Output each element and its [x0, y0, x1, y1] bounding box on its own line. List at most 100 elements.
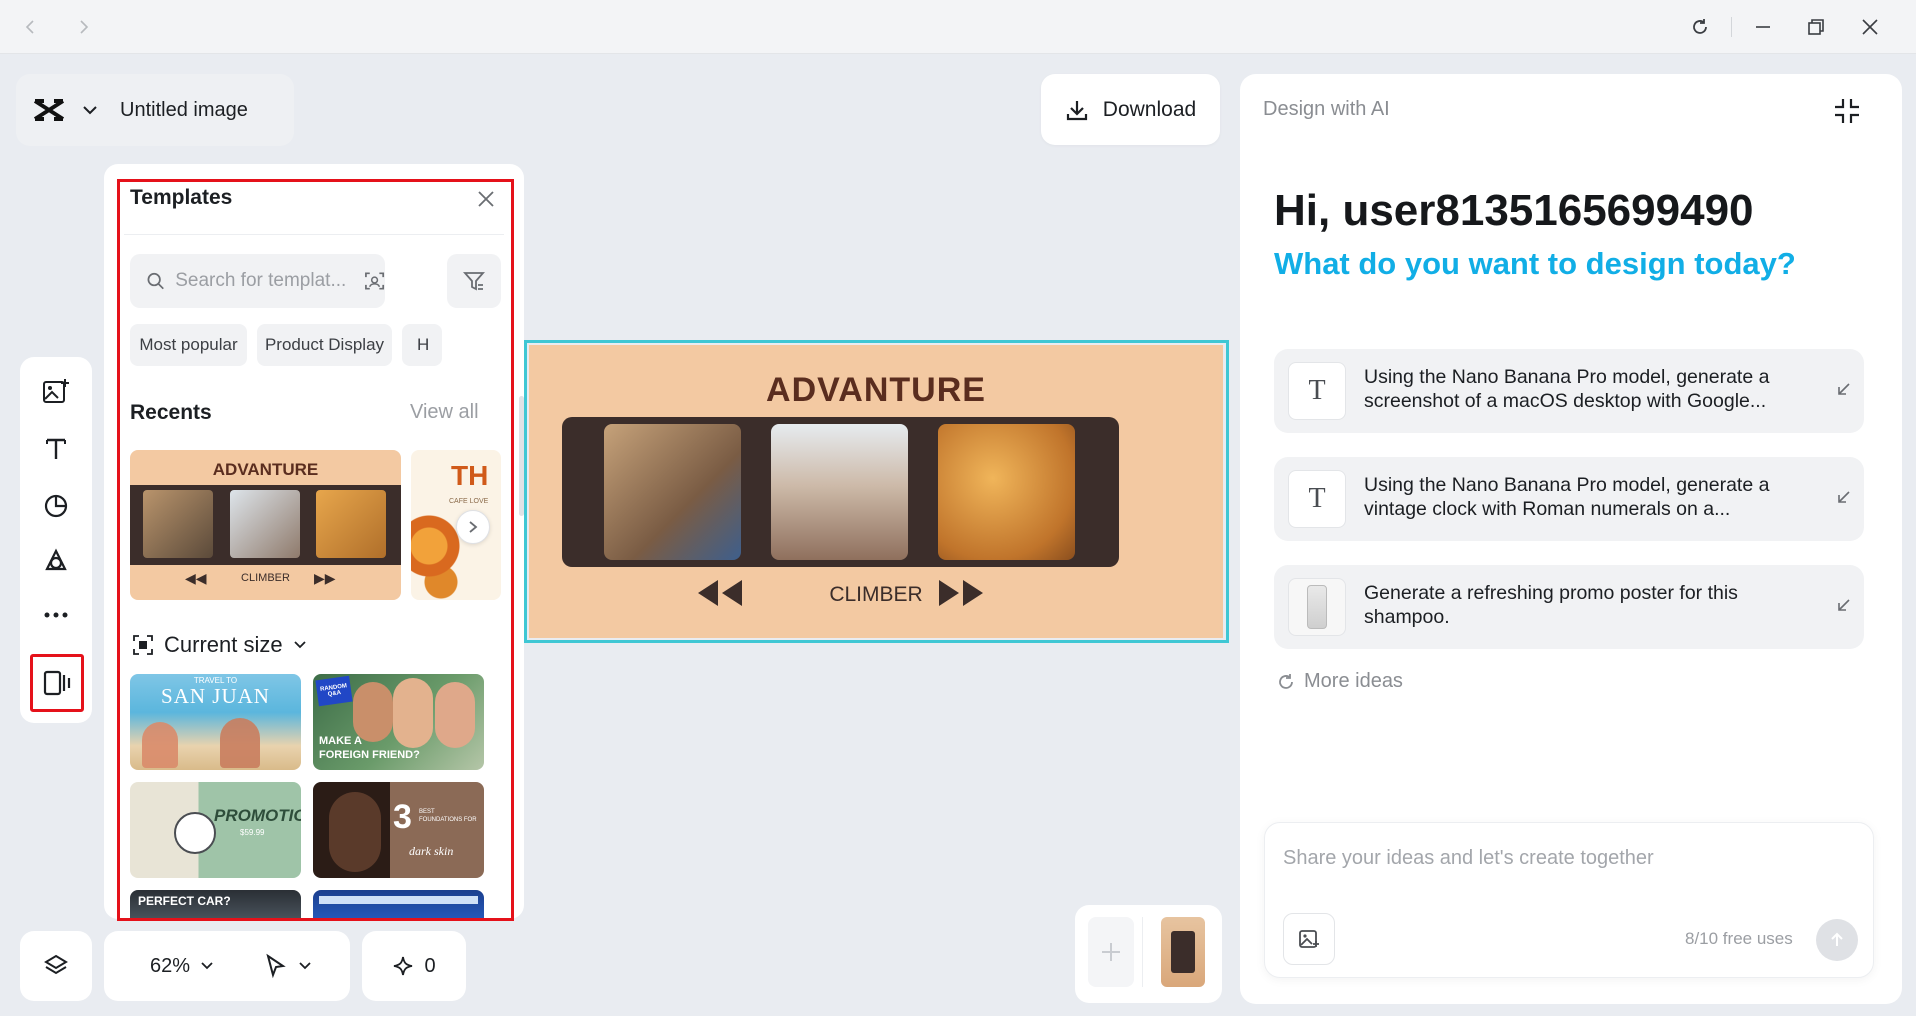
image-add-icon [1299, 930, 1319, 948]
design-photo-2[interactable] [771, 424, 908, 560]
text-type-icon: T [1288, 362, 1346, 420]
filter-button[interactable] [447, 254, 501, 308]
layers-icon [44, 954, 68, 975]
forward-icon[interactable] [68, 12, 98, 42]
template-2-line2: FOREIGN FRIEND? [319, 749, 420, 761]
filter-icon [463, 272, 485, 291]
layers-button[interactable] [20, 931, 92, 1001]
template-promotion[interactable]: PROMOTION $59.99 [130, 782, 301, 878]
carousel-next-button[interactable] [456, 510, 490, 544]
page-thumbnail-art [1171, 931, 1195, 973]
add-page-button[interactable] [1088, 917, 1134, 987]
idea-2-text: Using the Nano Banana Pro model, generat… [1364, 474, 1770, 520]
templates-title: Templates [130, 186, 233, 209]
design-caption[interactable]: CLIMBER [529, 583, 1223, 607]
title-bar [0, 0, 1916, 54]
minimize-icon[interactable] [1748, 12, 1778, 42]
composer-placeholder[interactable]: Share your ideas and let's create togeth… [1283, 847, 1654, 870]
zoom-level[interactable]: 62% [150, 955, 190, 978]
close-icon[interactable] [1855, 12, 1885, 42]
templates-tool-icon[interactable] [30, 654, 84, 712]
recent-template2-title: TH [451, 460, 489, 491]
template-perfect-car[interactable]: PERFECT CAR? [130, 890, 301, 919]
shampoo-image-icon [1288, 578, 1346, 636]
portrait-art [329, 792, 381, 872]
template-blue[interactable] [313, 890, 484, 919]
capcut-logo-icon[interactable] [32, 97, 66, 123]
image-add-icon[interactable] [32, 368, 80, 416]
recent-template-title: ADVANTURE [212, 460, 319, 479]
templates-panel: Templates Search for templat... Most pop… [104, 164, 524, 919]
free-uses-count: 8/10 free uses [1685, 929, 1793, 948]
elements-icon[interactable] [32, 537, 80, 585]
send-button[interactable] [1816, 919, 1858, 961]
attach-image-button[interactable] [1283, 913, 1335, 965]
download-button[interactable]: Download [1041, 74, 1220, 145]
shape-tool-icon[interactable] [32, 481, 80, 529]
template-5-title: PERFECT CAR? [138, 894, 231, 908]
pointer-icon[interactable] [264, 953, 286, 979]
chevron-down-icon[interactable] [82, 104, 98, 116]
prompt-composer[interactable]: Share your ideas and let's create togeth… [1264, 822, 1874, 978]
search-icon [147, 272, 164, 290]
recent-template-advanture[interactable]: ADVANTURE ◀◀ CLIMBER ▶▶ [130, 450, 401, 600]
back-icon[interactable] [16, 12, 46, 42]
chevron-right-icon [469, 521, 478, 533]
titlebar-separator [1731, 17, 1732, 37]
shampoo-bottle-art [1307, 585, 1327, 629]
idea-card-2[interactable]: T Using the Nano Banana Pro model, gener… [1274, 457, 1864, 541]
view-all-link[interactable]: View all [410, 401, 479, 424]
template-4-subtitle: BEST FOUNDATIONS FOR [419, 809, 477, 823]
project-menu[interactable]: Untitled image [16, 74, 294, 146]
design-photo-1[interactable] [604, 424, 741, 560]
insert-arrow-icon[interactable] [1834, 595, 1854, 615]
text-tool-icon[interactable] [32, 425, 80, 473]
template-2-title: MAKE A FOREIGN FRIEND? [319, 734, 420, 762]
chip-more[interactable]: H [402, 324, 442, 366]
beach-person-art-2 [220, 718, 260, 768]
chip-most-popular[interactable]: Most popular [130, 324, 247, 366]
idea-card-3[interactable]: Generate a refreshing promo poster for t… [1274, 565, 1864, 649]
template-2-badge: RANDOM Q&A [315, 675, 353, 707]
climber-photo-2 [230, 490, 300, 558]
insert-arrow-icon[interactable] [1834, 379, 1854, 399]
page-thumbnail[interactable] [1161, 917, 1205, 987]
template-4-number: 3 [393, 798, 412, 836]
close-panel-icon[interactable] [473, 186, 499, 212]
idea-card-1[interactable]: T Using the Nano Banana Pro model, gener… [1274, 349, 1864, 433]
idea-3-text: Generate a refreshing promo poster for t… [1364, 582, 1738, 628]
image-search-icon[interactable] [364, 270, 385, 292]
search-placeholder: Search for templat... [175, 270, 347, 291]
climber-photo-1 [143, 490, 213, 558]
design-title[interactable]: ADVANTURE [529, 371, 1223, 410]
ai-panel: Design with AI Hi, user8135165699490 Wha… [1240, 74, 1902, 1004]
insert-arrow-icon[interactable] [1834, 487, 1854, 507]
restore-icon[interactable] [1801, 12, 1831, 42]
design-photo-3[interactable] [938, 424, 1075, 560]
reload-icon[interactable] [1685, 12, 1715, 42]
template-foundations[interactable]: 3 BEST FOUNDATIONS FOR dark skin [313, 782, 484, 878]
current-size-dropdown[interactable]: Current size [132, 632, 307, 658]
idea-1-text: Using the Nano Banana Pro model, generat… [1364, 366, 1770, 412]
chip-product-display[interactable]: Product Display [257, 324, 392, 366]
template-foreign-friend[interactable]: RANDOM Q&A MAKE A FOREIGN FRIEND? [313, 674, 484, 770]
template-3-title: PROMOTION [214, 806, 301, 825]
zoom-cursor-group: 62% [104, 931, 350, 1001]
collapse-icon[interactable] [1832, 96, 1862, 126]
chevron-down-icon[interactable] [200, 961, 214, 971]
template-search-input[interactable]: Search for templat... [130, 254, 385, 308]
chevron-down-icon[interactable] [298, 961, 312, 971]
template-san-juan[interactable]: TRAVEL TO SAN JUAN [130, 674, 301, 770]
project-title[interactable]: Untitled image [120, 99, 248, 122]
beach-person-art [142, 722, 178, 768]
design-fast-forward-icon [939, 580, 983, 606]
climber-photo-3 [316, 490, 386, 558]
arrow-up-icon [1831, 932, 1843, 946]
credits-button[interactable]: 0 [362, 931, 466, 1001]
download-label: Download [1102, 97, 1197, 121]
more-tools-icon[interactable] [32, 591, 80, 639]
download-icon [1066, 100, 1087, 120]
canvas-design[interactable]: ADVANTURE CLIMBER [529, 345, 1223, 638]
template-4-script: dark skin [409, 844, 454, 858]
more-ideas-button[interactable]: More ideas [1276, 670, 1403, 693]
